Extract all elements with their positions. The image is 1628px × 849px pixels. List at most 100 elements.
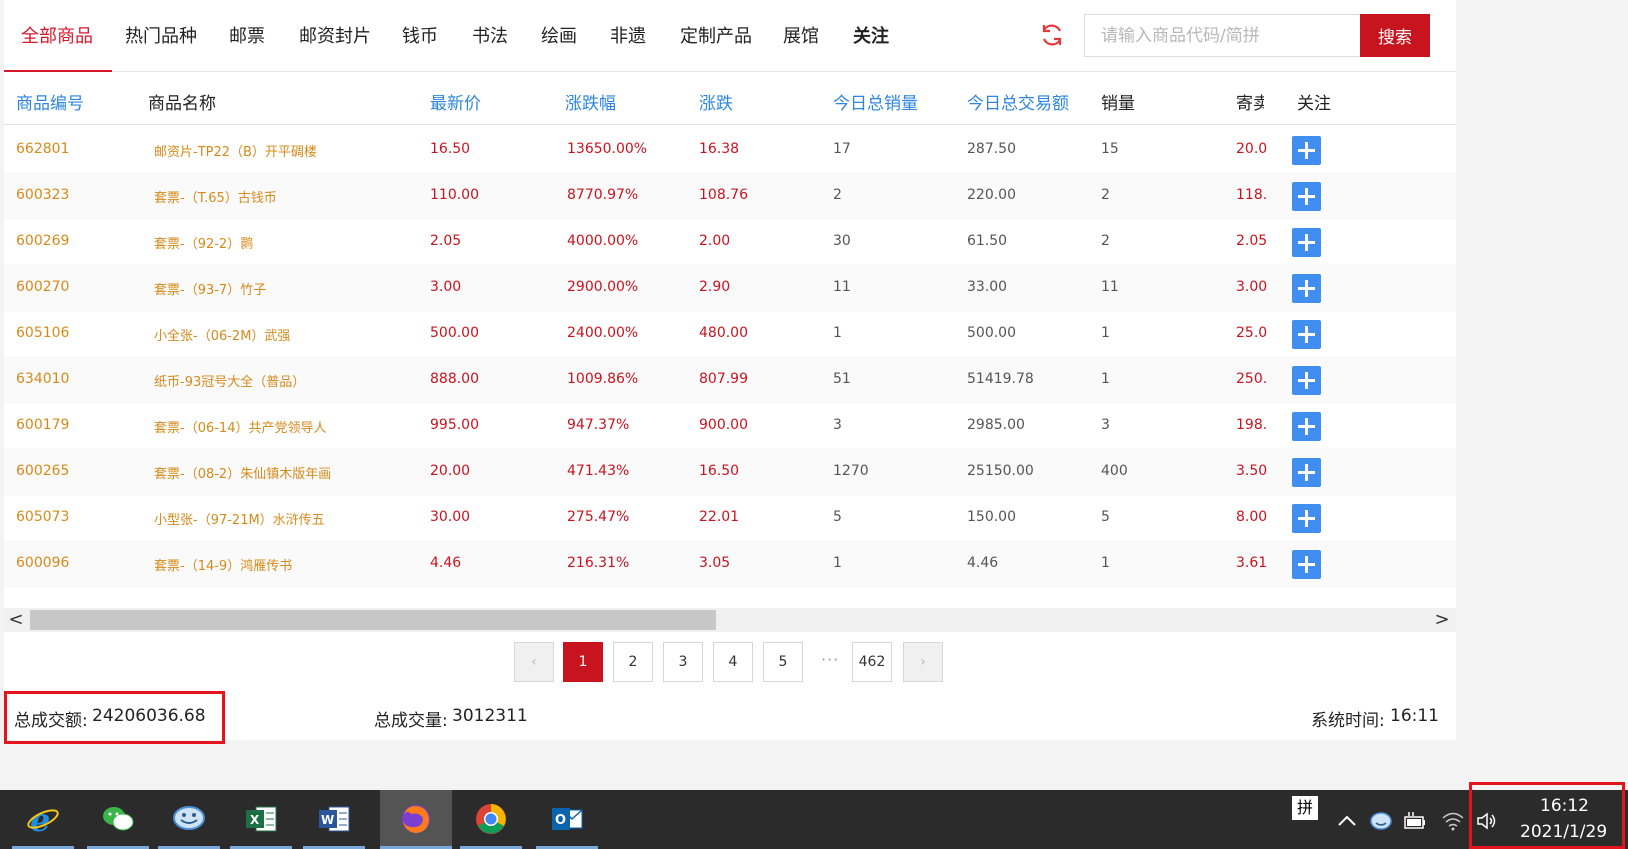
follow-plus-button[interactable] [1292, 412, 1321, 441]
active-tab-underline [4, 70, 112, 72]
pager-next-button[interactable]: › [903, 642, 943, 682]
tab-exhibition-hall[interactable]: 展馆 [783, 22, 819, 48]
follow-plus-button[interactable] [1292, 458, 1321, 487]
ime-indicator[interactable]: 拼 [1292, 796, 1318, 820]
search-input[interactable] [1084, 14, 1360, 57]
taskbar-app-chat[interactable] [158, 790, 220, 849]
cell-code[interactable]: 600270 [16, 279, 69, 295]
pager-page-1[interactable]: 1 [563, 642, 603, 682]
taskbar-app-excel[interactable]: X [230, 790, 292, 849]
follow-plus-button[interactable] [1292, 182, 1321, 211]
cell-code[interactable]: 600269 [16, 233, 69, 249]
total-volume-label: 总成交量: [374, 711, 448, 731]
cell-code[interactable]: 600265 [16, 463, 69, 479]
cell-name[interactable]: 纸币-93冠号大全（普品） [154, 371, 305, 390]
svg-text:W: W [321, 813, 334, 827]
tab-hot-varieties[interactable]: 热门品种 [125, 22, 197, 48]
cell-code[interactable]: 605073 [16, 509, 69, 525]
cell-sales: 400 [1101, 463, 1128, 479]
tab-calligraphy[interactable]: 书法 [472, 22, 508, 48]
cell-today-volume: 2 [833, 187, 842, 203]
pager-prev-button[interactable]: ‹ [514, 642, 554, 682]
cell-name[interactable]: 小型张-（97-21M）水浒传五 [154, 509, 325, 528]
pager-page-5[interactable]: 5 [763, 642, 803, 682]
cell-name[interactable]: 套票-（92-2）鹮 [154, 233, 253, 252]
tab-stamps[interactable]: 邮票 [229, 22, 265, 48]
cell-code[interactable]: 662801 [16, 141, 69, 157]
cell-change-pct: 216.31% [567, 555, 630, 571]
cell-code[interactable]: 600323 [16, 187, 69, 203]
wifi-icon[interactable] [1441, 810, 1465, 832]
pager-page-3[interactable]: 3 [663, 642, 703, 682]
cell-today-amount: 2985.00 [967, 417, 1025, 433]
table-row: 600096 套票-（14-9）鸿雁传书 4.46 216.31% 3.05 1… [4, 540, 1456, 588]
cell-change: 16.50 [699, 463, 740, 479]
tab-intangible-heritage[interactable]: 非遗 [610, 22, 646, 48]
col-header-today-volume[interactable]: 今日总销量 [833, 89, 918, 114]
cell-code[interactable]: 634010 [16, 371, 69, 387]
cell-name[interactable]: 套票-（T.65）古钱币 [154, 187, 277, 206]
col-header-change-pct[interactable]: 涨跌幅 [565, 89, 616, 114]
cell-today-volume: 1270 [833, 463, 869, 479]
follow-plus-button[interactable] [1292, 366, 1321, 395]
taskbar-app-wechat[interactable] [87, 790, 149, 849]
tab-painting[interactable]: 绘画 [541, 22, 577, 48]
follow-plus-button[interactable] [1292, 274, 1321, 303]
tab-coins[interactable]: 钱币 [402, 22, 438, 48]
table-row: 600323 套票-（T.65）古钱币 110.00 8770.97% 108.… [4, 172, 1456, 220]
cell-change-pct: 1009.86% [567, 371, 639, 387]
cell-name[interactable]: 套票-（08-2）朱仙镇木版年画 [154, 463, 331, 482]
scroll-left-arrow-icon[interactable]: < [6, 610, 26, 630]
follow-plus-button[interactable] [1292, 550, 1321, 579]
col-header-latest-price[interactable]: 最新价 [430, 89, 481, 114]
table-row: 605106 小全张-（06-2M）武强 500.00 2400.00% 480… [4, 310, 1456, 358]
cell-change: 807.99 [699, 371, 748, 387]
follow-plus-button[interactable] [1292, 320, 1321, 349]
scrollbar-thumb[interactable] [30, 610, 716, 630]
col-header-change[interactable]: 涨跌 [699, 89, 733, 114]
search-button[interactable]: 搜索 [1360, 14, 1430, 57]
pager-page-last[interactable]: 462 [852, 642, 892, 682]
cell-name[interactable]: 套票-（14-9）鸿雁传书 [154, 555, 292, 574]
tab-custom-products[interactable]: 定制产品 [680, 22, 752, 48]
cell-name[interactable]: 套票-（93-7）竹子 [154, 279, 266, 298]
tab-follow[interactable]: 关注 [853, 22, 889, 48]
cell-consign: 3.00 [1236, 279, 1268, 295]
battery-icon[interactable] [1403, 810, 1427, 832]
col-header-code[interactable]: 商品编号 [16, 89, 84, 114]
taskbar-app-outlook[interactable]: O [536, 790, 598, 849]
tab-all-products[interactable]: 全部商品 [21, 22, 93, 48]
scroll-right-arrow-icon[interactable]: > [1432, 610, 1452, 630]
cell-code[interactable]: 605106 [16, 325, 69, 341]
cell-code[interactable]: 600096 [16, 555, 69, 571]
outlook-icon: O [552, 808, 583, 830]
pager-page-2[interactable]: 2 [613, 642, 653, 682]
cell-price: 4.46 [430, 555, 462, 571]
cell-change: 108.76 [699, 187, 748, 203]
refresh-icon[interactable] [1039, 22, 1065, 48]
chevron-up-icon[interactable] [1335, 810, 1359, 832]
cell-price: 2.05 [430, 233, 462, 249]
col-header-today-amount[interactable]: 今日总交易额 [967, 89, 1069, 114]
follow-plus-button[interactable] [1292, 504, 1321, 533]
tab-postal-cards[interactable]: 邮资封片 [299, 22, 371, 48]
cell-name[interactable]: 邮资片-TP22（B）开平碉楼 [154, 141, 317, 160]
follow-plus-button[interactable] [1292, 228, 1321, 257]
cell-code[interactable]: 600179 [16, 417, 69, 433]
chat-tray-icon[interactable] [1369, 810, 1393, 832]
category-nav: 全部商品 热门品种 邮票 邮资封片 钱币 书法 绘画 非遗 定制产品 展馆 关注… [4, 0, 1456, 72]
cell-today-volume: 51 [833, 371, 851, 387]
cell-consign: 2.05 [1236, 233, 1268, 249]
follow-plus-button[interactable] [1292, 136, 1321, 165]
cell-name[interactable]: 套票-（06-14）共产党领导人 [154, 417, 326, 436]
cell-sales: 2 [1101, 233, 1110, 249]
cell-today-volume: 5 [833, 509, 842, 525]
taskbar-app-word[interactable]: W [303, 790, 365, 849]
cell-name[interactable]: 小全张-（06-2M）武强 [154, 325, 290, 344]
taskbar-app-firefox[interactable] [380, 790, 452, 849]
taskbar-app-ie[interactable]: e [12, 790, 74, 849]
horizontal-scrollbar[interactable]: < > [4, 608, 1456, 632]
taskbar-app-chrome[interactable] [460, 790, 522, 849]
cell-price: 16.50 [430, 141, 471, 157]
pager-page-4[interactable]: 4 [713, 642, 753, 682]
